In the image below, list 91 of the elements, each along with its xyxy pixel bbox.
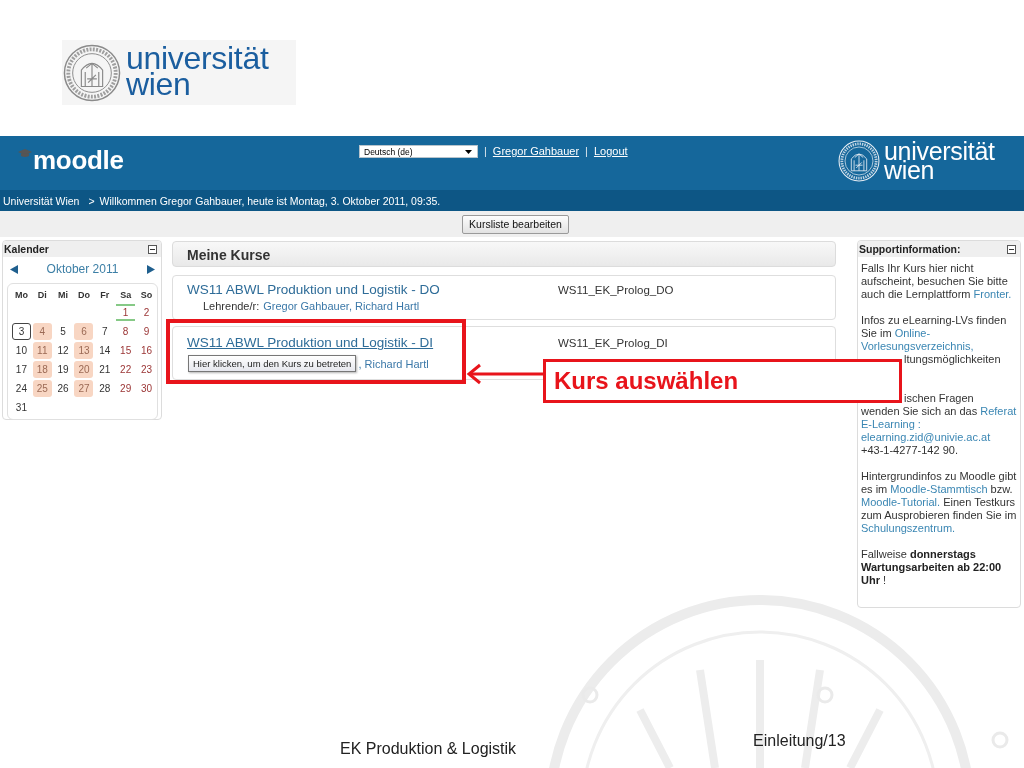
moodle-logo: moodle <box>33 145 124 175</box>
calendar-day: 5 <box>53 323 73 340</box>
section-header: Meine Kurse <box>172 241 836 267</box>
calendar-day[interactable]: 11 <box>32 342 52 359</box>
calendar-day[interactable]: 4 <box>32 323 52 340</box>
support-link[interactable]: Vorlesungsverzeichnis, <box>861 340 974 352</box>
weekday-label: Mi <box>58 289 69 300</box>
weekday-label: Sa <box>120 289 132 300</box>
support-link[interactable]: Moodle-Tutorial. <box>861 496 941 508</box>
logo-text: universität <box>126 44 269 71</box>
calendar-day: 8 <box>116 323 136 340</box>
support-link[interactable]: elearning.zid@univie.ac.at <box>861 431 991 443</box>
caret-icon <box>465 149 472 154</box>
teacher-links[interactable]: , Richard Hartl <box>358 357 429 370</box>
header-link[interactable]: Logout <box>593 143 628 159</box>
collapse-icon[interactable] <box>148 244 157 254</box>
seal-icon <box>63 43 121 102</box>
calendar-day[interactable]: 13 <box>74 342 94 359</box>
seal-icon <box>838 140 880 182</box>
language-select[interactable]: Deutsch (de) <box>359 145 478 158</box>
support-link[interactable]: Fronter. <box>973 288 1012 300</box>
callout-label: Kurs auswählen <box>543 359 902 403</box>
edit-course-list-button[interactable]: Kursliste bearbeiten <box>462 214 569 234</box>
course-link[interactable]: WS11 ABWL Produktion und Logistik - DO <box>187 282 558 297</box>
calendar-day: 24 <box>11 380 31 397</box>
calendar-day: 31 <box>11 399 31 416</box>
course-shortname: WS11_EK_Prolog_DI <box>558 337 668 349</box>
weekday-label: Mo <box>14 289 28 300</box>
link-separator: | <box>585 144 588 159</box>
calendar-day[interactable]: 20 <box>74 361 94 378</box>
calendar-day[interactable]: 6 <box>74 323 94 340</box>
course-shortname: WS11_EK_Prolog_DO <box>558 284 674 296</box>
teacher-links[interactable]: Gregor Gahbauer, Richard Hartl <box>263 300 420 312</box>
month-title: Oktober 2011 <box>46 262 119 276</box>
support-text: Fallweise donnerstags Wartungsarbeiten ab 22:00 Uhr ! <box>861 548 1003 587</box>
support-link[interactable]: Schulungszentrum. <box>861 522 956 534</box>
header-link[interactable]: Gregor Gahbauer <box>492 143 580 159</box>
calendar-day[interactable]: 1 <box>116 304 136 321</box>
block-title: Supportinformation: <box>859 243 961 255</box>
calendar-day: 26 <box>53 380 73 397</box>
calendar-day: 2 <box>137 304 157 321</box>
block-title: Kalender <box>4 243 49 255</box>
right-triangle-icon[interactable] <box>147 264 155 274</box>
weekday-label: Fr <box>100 289 110 300</box>
course-link[interactable]: WS11 ABWL Produktion und Logistik - DI <box>187 335 558 350</box>
link-separator: | <box>484 144 487 159</box>
support-text: Hintergrundinfos zu Moodle gibt es im Moodle-Stammtisch bzw. Moodle-Tutorial. Einen Testkurs zum Ausprobieren finden Sie im Schulungszentrum. <box>861 470 1018 535</box>
graduation-cap-icon <box>18 149 32 158</box>
calendar-day: 7 <box>95 323 115 340</box>
footer-title: EK Produktion & Logistik <box>340 740 517 758</box>
support-text: ischen Fragen <box>903 392 975 405</box>
welcome-text: Willkommen Gregor Gahbauer, heute ist Montag, 3. Oktober 2011, 09:35. <box>99 194 441 207</box>
calendar-day: 19 <box>53 361 73 378</box>
logo-text: universität <box>884 142 995 161</box>
calendar-day: 28 <box>95 380 115 397</box>
tooltip: Hier klicken, um den Kurs zu betreten <box>188 355 357 372</box>
calendar-day: 21 <box>95 361 115 378</box>
calendar-day: 14 <box>95 342 115 359</box>
support-text: ltungsmöglichkeiten <box>903 353 1002 366</box>
calendar-day: 22 <box>116 361 136 378</box>
support-link[interactable]: Referat <box>980 405 1017 417</box>
logo-text: wien <box>884 161 935 180</box>
calendar-day[interactable]: 25 <box>32 380 52 397</box>
support-text: Falls Ihr Kurs hier nicht aufscheint, besuchen Sie bitte auch die Lernplattform Fronter. <box>861 262 1013 301</box>
collapse-icon[interactable] <box>1007 244 1016 254</box>
calendar-day: 16 <box>137 342 157 359</box>
weekday-label: Do <box>77 289 90 300</box>
logo-text: wien <box>126 70 191 97</box>
breadcrumb-link[interactable]: Universität Wien <box>3 194 80 207</box>
left-triangle-icon[interactable] <box>10 264 18 274</box>
calendar-day: 3 <box>11 323 31 340</box>
calendar-day: 12 <box>53 342 73 359</box>
calendar-day[interactable]: 18 <box>32 361 52 378</box>
calendar-day[interactable]: 27 <box>74 380 94 397</box>
support-text: wenden Sie sich an das Referat E-Learning : elearning.zid@univie.ac.at +43-1-4277-142 90. <box>861 405 1018 457</box>
weekday-label: So <box>140 289 153 300</box>
support-text: Infos zu eLearning-LVs finden Sie im Online- Vorlesungsverzeichnis, <box>861 314 1008 353</box>
support-link[interactable]: Moodle-Stammtisch <box>890 483 988 495</box>
calendar-day: 15 <box>116 342 136 359</box>
calendar-day: 30 <box>137 380 157 397</box>
teacher-label: Lehrende/r: <box>203 300 260 312</box>
calendar-day: 9 <box>137 323 157 340</box>
breadcrumb-separator: > <box>88 194 95 207</box>
support-link[interactable]: Online- <box>894 327 931 339</box>
weekday-label: Di <box>37 289 47 300</box>
page-number: Einleitung/13 <box>753 732 846 750</box>
calendar-day: 17 <box>11 361 31 378</box>
calendar-day: 23 <box>137 361 157 378</box>
support-link[interactable]: E-Learning : <box>861 418 921 430</box>
calendar-day: 29 <box>116 380 136 397</box>
calendar-day: 10 <box>11 342 31 359</box>
